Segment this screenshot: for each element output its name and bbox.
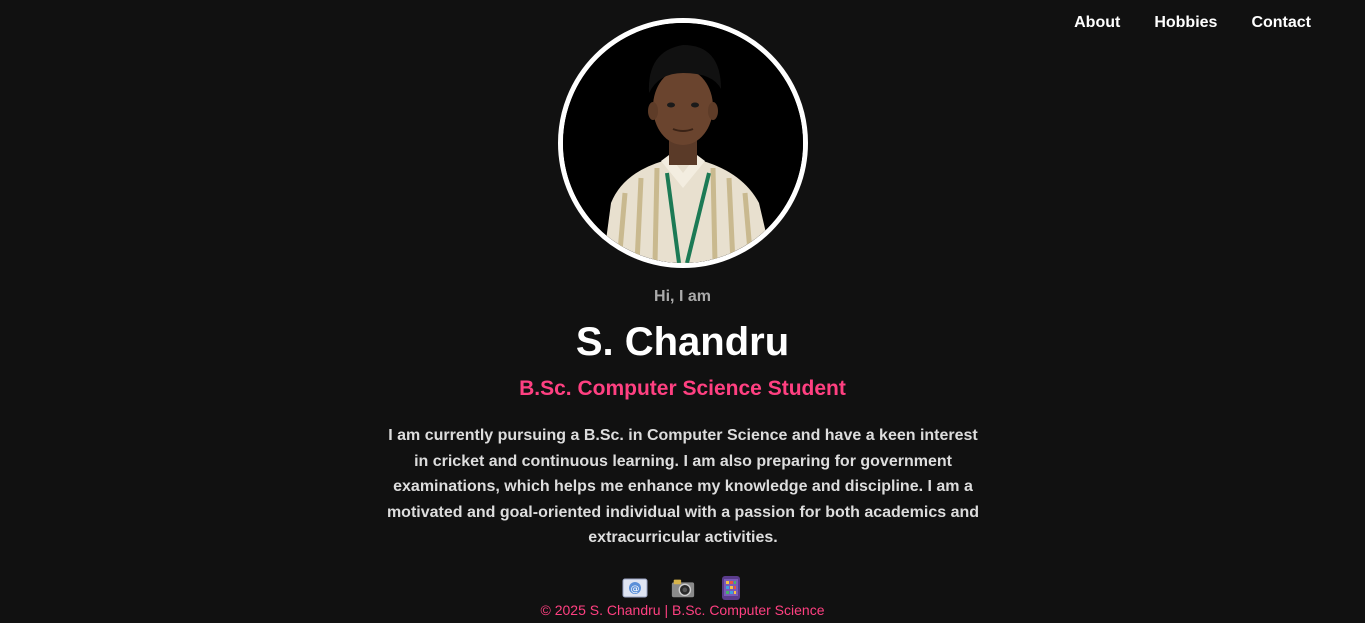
person-name: S. Chandru: [575, 320, 790, 364]
svg-text:@: @: [630, 585, 639, 595]
greeting-text: Hi, I am: [654, 288, 711, 305]
profile-photo: [558, 18, 808, 268]
email-icon: @: [622, 578, 647, 598]
nav-link-about[interactable]: About: [1074, 13, 1120, 33]
nav-link-contact[interactable]: Contact: [1251, 13, 1311, 33]
phone-link[interactable]: [718, 576, 744, 600]
person-role: B.Sc. Computer Science Student: [519, 377, 846, 400]
profile-photo-illustration: [563, 23, 803, 263]
bio-paragraph: I am currently pursuing a B.Sc. in Compu…: [386, 427, 980, 546]
camera-icon: [671, 579, 694, 598]
email-link[interactable]: @: [622, 576, 648, 600]
phone-icon: [721, 576, 740, 600]
top-nav: About Hobbies Contact: [1074, 13, 1311, 33]
nav-link-hobbies[interactable]: Hobbies: [1154, 13, 1217, 33]
social-links: @: [0, 576, 1365, 600]
camera-link[interactable]: [670, 576, 696, 600]
footer-text: © 2025 S. Chandru | B.Sc. Computer Scien…: [540, 602, 825, 618]
portfolio-page: About Hobbies Contact Hi, I am S. Chandr…: [0, 0, 1365, 623]
